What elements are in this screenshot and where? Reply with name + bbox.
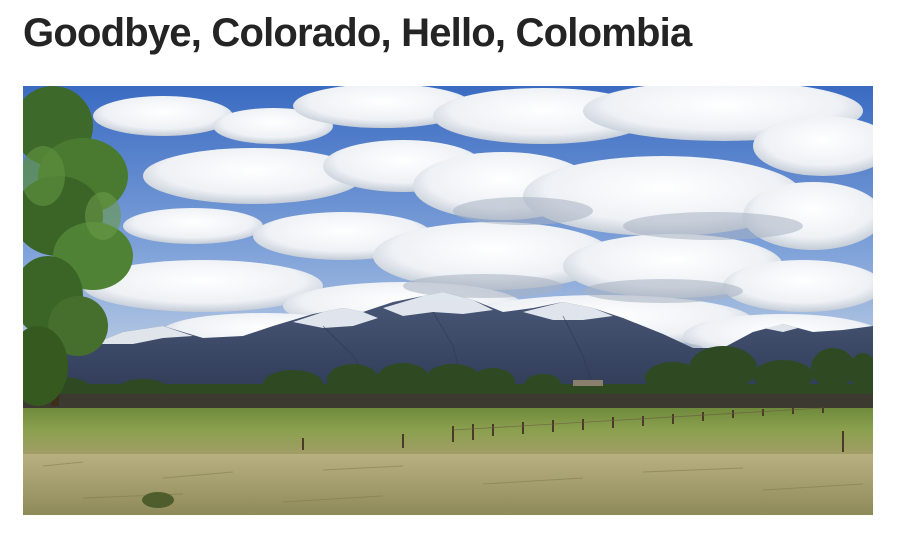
hero-image: [23, 86, 873, 515]
green-field: [23, 408, 873, 456]
farm-building: [573, 380, 603, 386]
landscape-photo: [23, 86, 873, 515]
shrub: [142, 492, 174, 508]
embankment: [23, 394, 873, 408]
article-title: Goodbye, Colorado, Hello, Colombia: [23, 11, 692, 55]
